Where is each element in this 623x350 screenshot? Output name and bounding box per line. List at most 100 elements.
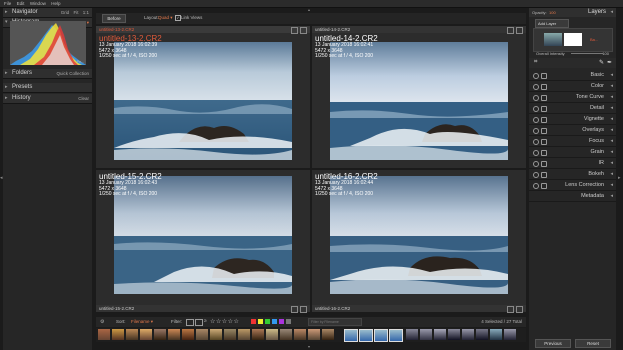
history-header[interactable]: ▸ History Clear: [3, 94, 92, 104]
adj-color[interactable]: Color ◂: [529, 81, 616, 92]
color-label-red[interactable]: [251, 319, 256, 324]
zoom-fit[interactable]: Fit: [73, 10, 78, 15]
color-label-purple[interactable]: [279, 319, 284, 324]
adj-vignette[interactable]: Vignette ◂: [529, 114, 616, 125]
filmstrip-thumb[interactable]: [182, 329, 194, 340]
menu-file[interactable]: File: [4, 0, 11, 7]
flag-icon[interactable]: [186, 319, 194, 326]
presets-header[interactable]: ▸ Presets: [3, 83, 92, 93]
filmstrip-thumb-selected[interactable]: [344, 329, 358, 342]
filmstrip-thumb[interactable]: [98, 329, 110, 340]
filmstrip-thumb[interactable]: [168, 329, 180, 340]
filmstrip-thumb-selected[interactable]: [359, 329, 373, 342]
adj-metadata[interactable]: Metadata ◂: [529, 191, 616, 202]
top-collapse-icon[interactable]: ▴: [308, 7, 310, 12]
adj-ir[interactable]: IR ◂: [529, 158, 616, 169]
reset-icon[interactable]: [541, 161, 547, 167]
sort-select[interactable]: Filename ▾: [131, 319, 153, 325]
adj-bokeh[interactable]: Bokeh ◂: [529, 169, 616, 180]
filmstrip-thumb[interactable]: [448, 329, 460, 340]
filmstrip-thumb[interactable]: [196, 329, 208, 340]
reset-icon[interactable]: [541, 139, 547, 145]
filmstrip-thumb[interactable]: [210, 329, 222, 340]
layer-row[interactable]: Ba...: [533, 28, 613, 52]
star-rating-filter[interactable]: ☆☆☆☆☆: [210, 318, 239, 325]
close-tile-icon[interactable]: [516, 306, 523, 313]
toggle-icon[interactable]: [533, 183, 539, 189]
adj-tone-curve[interactable]: Tone Curve ◂: [529, 92, 616, 103]
filmstrip-thumb[interactable]: [406, 329, 418, 340]
adj-detail[interactable]: Detail ◂: [529, 103, 616, 114]
toggle-icon[interactable]: [533, 106, 539, 112]
close-tile-icon[interactable]: [300, 27, 307, 34]
reset-icon[interactable]: [541, 117, 547, 123]
brush-icon[interactable]: ✎: [599, 59, 604, 66]
pen-icon[interactable]: ✒: [607, 59, 612, 66]
photo-tile-2[interactable]: untitled-14-2.CR2 untitled-14-2.CR2 13 J…: [312, 26, 526, 168]
adj-lens-correction[interactable]: Lens Correction ◂: [529, 180, 616, 191]
toggle-icon[interactable]: [533, 150, 539, 156]
adj-focus[interactable]: Focus ◂: [529, 136, 616, 147]
color-label-yellow[interactable]: [258, 319, 263, 324]
color-label-none[interactable]: [286, 319, 291, 324]
add-layer-button[interactable]: Add Layer: [535, 19, 569, 28]
toggle-icon[interactable]: [533, 139, 539, 145]
compare-icon[interactable]: [507, 306, 514, 313]
filmstrip-thumb[interactable]: [476, 329, 488, 340]
reset-button[interactable]: Reset: [575, 339, 611, 348]
toggle-icon[interactable]: [533, 95, 539, 101]
menu-help[interactable]: Help: [51, 0, 60, 7]
filmstrip-thumb[interactable]: [322, 329, 334, 340]
toggle-icon[interactable]: [533, 84, 539, 90]
filmstrip-thumb-selected[interactable]: [374, 329, 388, 342]
reset-icon[interactable]: [541, 106, 547, 112]
filmstrip-thumb[interactable]: [280, 329, 292, 340]
adj-grain[interactable]: Grain ◂: [529, 147, 616, 158]
overall-intensity-slider[interactable]: [571, 53, 603, 54]
filmstrip-thumb[interactable]: [224, 329, 236, 340]
reset-icon[interactable]: [541, 128, 547, 134]
filmstrip-thumb[interactable]: [490, 329, 502, 340]
reset-icon[interactable]: [541, 172, 547, 178]
filmstrip-thumb[interactable]: [420, 329, 432, 340]
reset-icon[interactable]: [541, 183, 547, 189]
navigator-header[interactable]: ▸ Navigator Grid Fit 1:1: [3, 8, 92, 18]
reset-icon[interactable]: [541, 150, 547, 156]
compare-icon[interactable]: [291, 306, 298, 313]
toggle-icon[interactable]: [533, 172, 539, 178]
bottom-collapse-icon[interactable]: ▾: [308, 344, 310, 349]
previous-button[interactable]: Previous: [535, 339, 571, 348]
filmstrip-thumb[interactable]: [462, 329, 474, 340]
layout-select[interactable]: Quad ▾: [158, 15, 173, 21]
gear-icon[interactable]: ⚙: [100, 319, 104, 325]
toggle-icon[interactable]: [533, 161, 539, 167]
filename-filter-input[interactable]: Filter by Filename: [308, 318, 362, 326]
close-tile-icon[interactable]: [300, 306, 307, 313]
zoom-1-1[interactable]: 1:1: [83, 10, 89, 15]
right-collapse-icon[interactable]: ▸: [618, 175, 621, 181]
quick-collection-link[interactable]: Quick Collection: [56, 71, 89, 76]
compare-op-icon[interactable]: ≥: [204, 318, 207, 324]
zoom-grid[interactable]: Grid: [61, 10, 70, 15]
filmstrip-thumb[interactable]: [434, 329, 446, 340]
photo-tile-1[interactable]: untitled-13-2.CR2 untitled-13-2.CR2 13 J…: [96, 26, 310, 168]
close-tile-icon[interactable]: [516, 27, 523, 34]
reset-icon[interactable]: [541, 84, 547, 90]
toggle-icon[interactable]: [533, 73, 539, 79]
adj-basic[interactable]: Basic ◂: [529, 70, 616, 81]
filmstrip-thumb[interactable]: [294, 329, 306, 340]
toggle-icon[interactable]: [533, 117, 539, 123]
filmstrip-thumb[interactable]: [504, 329, 516, 340]
toggle-icon[interactable]: [533, 128, 539, 134]
folders-header[interactable]: ▸ Folders Quick Collection: [3, 69, 92, 79]
opacity-value[interactable]: 100: [549, 10, 556, 15]
menu-window[interactable]: Window: [30, 0, 46, 7]
color-label-green[interactable]: [265, 319, 270, 324]
color-label-blue[interactable]: [272, 319, 277, 324]
filmstrip-thumb-selected[interactable]: [389, 329, 403, 342]
menu-edit[interactable]: Edit: [17, 0, 25, 7]
filmstrip-thumb[interactable]: [266, 329, 278, 340]
photo-tile-3[interactable]: untitled-15-2.CR2 13 January 2018 16:02:…: [96, 170, 310, 313]
before-button[interactable]: Before: [102, 14, 126, 23]
compare-icon[interactable]: [507, 27, 514, 34]
